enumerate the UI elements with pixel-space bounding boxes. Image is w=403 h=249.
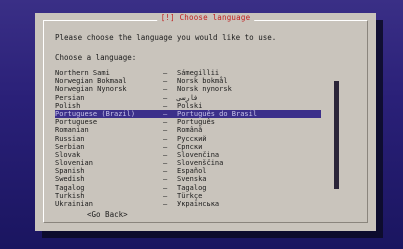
- separator: –: [163, 69, 168, 77]
- list-item[interactable]: Portuguese – Português: [55, 118, 321, 126]
- list-item[interactable]: Polish – Polski: [55, 102, 321, 110]
- language-native-name: Polski: [177, 101, 203, 110]
- language-dialog: [!] Choose language Please choose the la…: [35, 13, 376, 231]
- language-native-name: Русский: [177, 134, 207, 143]
- language-name: Portuguese (Brazil): [55, 109, 136, 118]
- go-back-button[interactable]: <Go Back>: [87, 210, 128, 219]
- dialog-title-text: [!] Choose language: [160, 13, 251, 22]
- list-item[interactable]: Norwegian Nynorsk – Norsk nynorsk: [55, 85, 321, 93]
- language-native-name: Türkçe: [177, 191, 203, 200]
- list-item[interactable]: Swedish – Svenska: [55, 175, 321, 183]
- separator: –: [163, 101, 168, 110]
- language-name: Slovenian: [55, 159, 93, 168]
- list-item[interactable]: Romanian – Română: [55, 126, 321, 134]
- separator: –: [163, 175, 168, 184]
- language-native-name: Slovenčina: [177, 150, 220, 159]
- language-native-name: Tagalog: [177, 183, 207, 192]
- language-name: Northern Sami: [55, 69, 110, 77]
- list-item[interactable]: Northern Sami – Sámegillii: [55, 69, 321, 77]
- language-name: Slovak: [55, 150, 81, 159]
- language-name: Tagalog: [55, 183, 85, 192]
- language-name: Polish: [55, 101, 81, 110]
- language-native-name: Slovenščina: [177, 159, 224, 168]
- separator: –: [163, 167, 168, 176]
- language-native-name: Norsk nynorsk: [177, 85, 232, 94]
- language-name: Norwegian Nynorsk: [55, 85, 127, 94]
- language-native-name: Norsk bokmål: [177, 77, 228, 86]
- language-native-name: Română: [177, 126, 203, 135]
- separator: –: [163, 118, 168, 127]
- scrollbar[interactable]: [334, 69, 339, 191]
- list-item[interactable]: Turkish – Türkçe: [55, 192, 321, 200]
- separator: –: [163, 183, 168, 192]
- language-name: Swedish: [55, 175, 85, 184]
- language-name: Serbian: [55, 142, 85, 151]
- language-native-name: Português: [177, 118, 215, 127]
- language-native-name: فارسی: [177, 93, 199, 102]
- dialog-title: [!] Choose language: [156, 13, 255, 22]
- separator: –: [163, 93, 168, 102]
- language-native-name: Sámegillii: [177, 69, 220, 77]
- separator: –: [163, 109, 168, 118]
- language-native-name: Español: [177, 167, 207, 176]
- separator: –: [163, 134, 168, 143]
- dialog-prompt: Please choose the language you would lik…: [55, 33, 277, 42]
- separator: –: [163, 159, 168, 168]
- language-name: Ukrainian: [55, 200, 93, 208]
- list-item[interactable]: Ukrainian – Українська: [55, 200, 321, 208]
- language-native-name: Português do Brasil: [177, 109, 258, 118]
- separator: –: [163, 191, 168, 200]
- separator: –: [163, 142, 168, 151]
- language-name: Persian: [55, 93, 85, 102]
- language-native-name: Српски: [177, 142, 203, 151]
- language-native-name: Українська: [177, 200, 220, 208]
- separator: –: [163, 85, 168, 94]
- list-item[interactable]: Slovenian – Slovenščina: [55, 159, 321, 167]
- language-name: Norwegian Bokmaal: [55, 77, 127, 86]
- separator: –: [163, 77, 168, 86]
- language-native-name: Svenska: [177, 175, 207, 184]
- separator: –: [163, 150, 168, 159]
- language-name: Romanian: [55, 126, 89, 135]
- list-item[interactable]: Norwegian Bokmaal – Norsk bokmål: [55, 77, 321, 85]
- language-list[interactable]: Northern Sami – Sámegillii Norwegian Bokmaa…: [55, 69, 321, 208]
- list-item[interactable]: Serbian – Српски: [55, 143, 321, 151]
- language-name: Turkish: [55, 191, 85, 200]
- scrollbar-thumb[interactable]: [334, 81, 339, 189]
- list-item[interactable]: Slovak – Slovenčina: [55, 151, 321, 159]
- list-label: Choose a language:: [55, 53, 137, 62]
- list-item-selected[interactable]: Portuguese (Brazil) – Português do Brasil: [55, 109, 321, 119]
- language-name: Portuguese: [55, 118, 98, 127]
- list-item[interactable]: Tagalog – Tagalog: [55, 184, 321, 192]
- separator: –: [163, 126, 168, 135]
- language-name: Spanish: [55, 167, 85, 176]
- list-item[interactable]: Spanish – Español: [55, 167, 321, 175]
- list-item[interactable]: Russian – Русский: [55, 135, 321, 143]
- separator: –: [163, 200, 168, 208]
- language-name: Russian: [55, 134, 85, 143]
- list-item[interactable]: Persian – فارسی: [55, 94, 321, 102]
